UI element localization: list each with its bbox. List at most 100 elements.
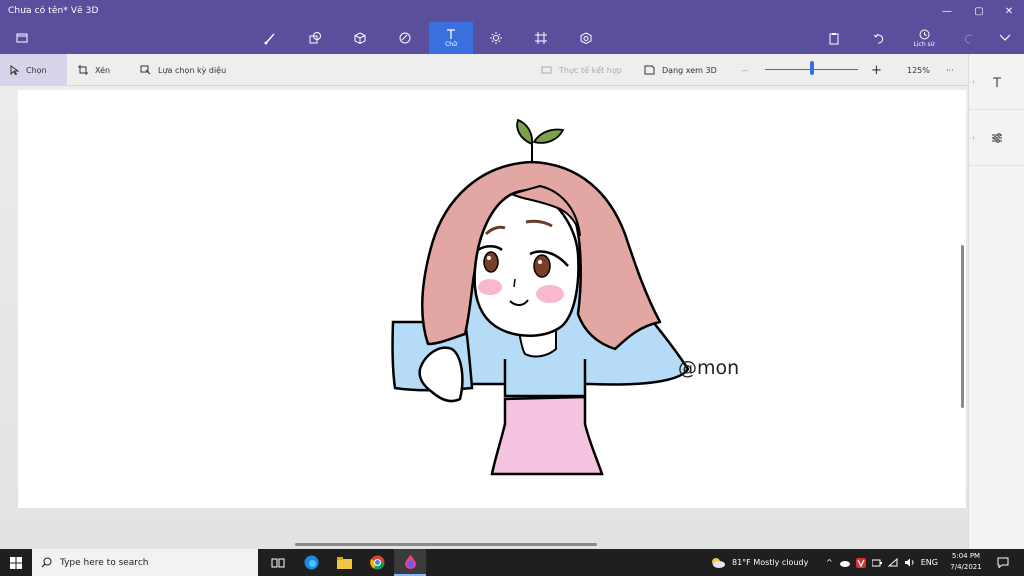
tool-ribbon: Chữ Lịch sử <box>0 22 1024 54</box>
select-button[interactable]: Chọn <box>0 54 67 86</box>
tool-brushes[interactable] <box>248 22 292 54</box>
view-3d-label: Dạng xem 3D <box>662 65 717 75</box>
cloudy-icon <box>712 558 725 568</box>
chrome-app[interactable] <box>361 549 393 576</box>
battery-icon[interactable] <box>871 559 882 567</box>
text-icon <box>993 76 1001 87</box>
notification-icon <box>997 557 1009 568</box>
more-icon: ··· <box>946 65 954 75</box>
vertical-scrollbar[interactable] <box>961 245 964 408</box>
onedrive-icon[interactable] <box>839 559 850 567</box>
chevron-up-icon[interactable]: ^ <box>826 558 833 567</box>
chevron-left-icon: ‹ <box>972 133 975 142</box>
canvas-icon <box>535 32 547 44</box>
cursor-icon <box>10 65 19 75</box>
crop-icon <box>78 65 88 75</box>
close-icon: ✕ <box>1004 5 1014 17</box>
view-3d-button[interactable]: Dạng xem 3D <box>644 54 717 86</box>
stickers-icon <box>399 32 411 44</box>
paste-icon <box>829 32 839 44</box>
zoom-out-icon: — <box>741 65 749 75</box>
undo-icon <box>873 33 884 44</box>
workspace: @mon <box>0 86 968 549</box>
library-3d-icon <box>580 32 592 45</box>
chevron-down-icon <box>999 34 1011 41</box>
redo-icon <box>964 34 973 44</box>
notifications-button[interactable] <box>990 549 1016 576</box>
sliders-icon <box>992 132 1002 143</box>
magic-select-label: Lựa chọn kỳ diệu <box>158 65 227 75</box>
chrome-icon <box>369 555 384 570</box>
horizontal-scrollbar[interactable] <box>295 543 597 546</box>
zoom-level-value: 125% <box>907 65 930 75</box>
edge-app[interactable] <box>295 549 327 576</box>
redo-button[interactable] <box>947 22 991 54</box>
undo-button[interactable] <box>857 22 901 54</box>
network-icon[interactable] <box>887 558 898 567</box>
tool-3d-shapes[interactable] <box>338 22 382 54</box>
history-button[interactable]: Lịch sử <box>902 22 946 54</box>
more-button[interactable]: ··· <box>946 54 954 86</box>
settings-panel-button[interactable]: ‹ <box>969 110 1024 166</box>
zoom-slider-thumb[interactable] <box>809 61 814 75</box>
start-button[interactable] <box>0 549 32 576</box>
window-title: Chưa có tên* Vẽ 3D <box>8 6 99 16</box>
weather-text: 81°F Mostly cloudy <box>732 558 809 567</box>
zoom-level[interactable]: 125% <box>907 54 930 86</box>
tool-3d-library[interactable] <box>564 22 608 54</box>
folder-icon <box>336 556 352 569</box>
zoom-in-icon: + <box>871 62 882 78</box>
magic-select-icon <box>140 65 151 75</box>
title-bar: Chưa có tên* Vẽ 3D — ▢ ✕ <box>0 0 1024 22</box>
history-icon <box>919 29 929 39</box>
brush-icon <box>264 33 275 45</box>
tool-effects[interactable] <box>474 22 518 54</box>
text-icon <box>447 29 455 39</box>
minimize-icon: — <box>942 5 952 17</box>
minimize-button[interactable]: — <box>932 0 962 22</box>
text-panel-button[interactable]: ‹ <box>969 54 1024 110</box>
tool-stickers[interactable] <box>383 22 427 54</box>
zoom-in-button[interactable]: + <box>871 54 882 86</box>
clock[interactable]: 5:04 PM 7/4/2021 <box>944 551 988 573</box>
task-view-icon <box>271 558 285 567</box>
file-explorer-app[interactable] <box>328 549 360 576</box>
view-3d-icon <box>644 65 655 75</box>
select-label: Chọn <box>26 65 47 75</box>
effects-icon <box>490 32 502 44</box>
volume-icon[interactable] <box>904 558 915 567</box>
clock-time: 5:04 PM <box>951 552 981 560</box>
mixed-reality-label: Thực tế kết hợp <box>559 65 622 75</box>
menu-button[interactable] <box>2 22 42 54</box>
right-panel: ‹ ‹ <box>968 54 1024 549</box>
paint-3d-app[interactable] <box>394 549 426 576</box>
windows-icon <box>10 556 22 569</box>
search-placeholder: Type here to search <box>60 557 149 568</box>
zoom-out-button[interactable]: — <box>741 54 749 86</box>
mixed-reality-button[interactable]: Thực tế kết hợp <box>541 54 622 86</box>
close-button[interactable]: ✕ <box>994 0 1024 22</box>
tool-2d-shapes[interactable] <box>293 22 337 54</box>
weather-widget[interactable]: 81°F Mostly cloudy <box>710 549 808 576</box>
girl-drawing: @mon <box>391 118 739 476</box>
drawing-canvas[interactable]: @mon <box>18 90 966 508</box>
task-view-button[interactable] <box>262 549 294 576</box>
edge-icon <box>304 555 318 570</box>
restore-button[interactable]: ▢ <box>964 0 994 22</box>
tool-text-label: Chữ <box>445 41 457 48</box>
tool-canvas[interactable] <box>519 22 563 54</box>
crop-button[interactable]: Xén <box>78 54 110 86</box>
system-tray: ^ ENG <box>826 549 938 576</box>
language-indicator[interactable]: ENG <box>921 558 938 567</box>
tool-text[interactable]: Chữ <box>429 22 473 54</box>
expand-ribbon-button[interactable] <box>986 22 1024 54</box>
magic-select-button[interactable]: Lựa chọn kỳ diệu <box>140 54 226 86</box>
sub-toolbar: Chọn Xén Lựa chọn kỳ diệu Thực tế kết hợ… <box>0 54 968 86</box>
taskbar-search[interactable]: Type here to search <box>32 549 258 576</box>
restore-icon: ▢ <box>974 5 984 17</box>
shapes-2d-icon <box>309 32 321 44</box>
paste-button[interactable] <box>812 22 856 54</box>
vivaldi-icon[interactable] <box>855 557 866 568</box>
shapes-3d-icon <box>354 32 366 45</box>
signature-text: @mon <box>678 357 739 379</box>
